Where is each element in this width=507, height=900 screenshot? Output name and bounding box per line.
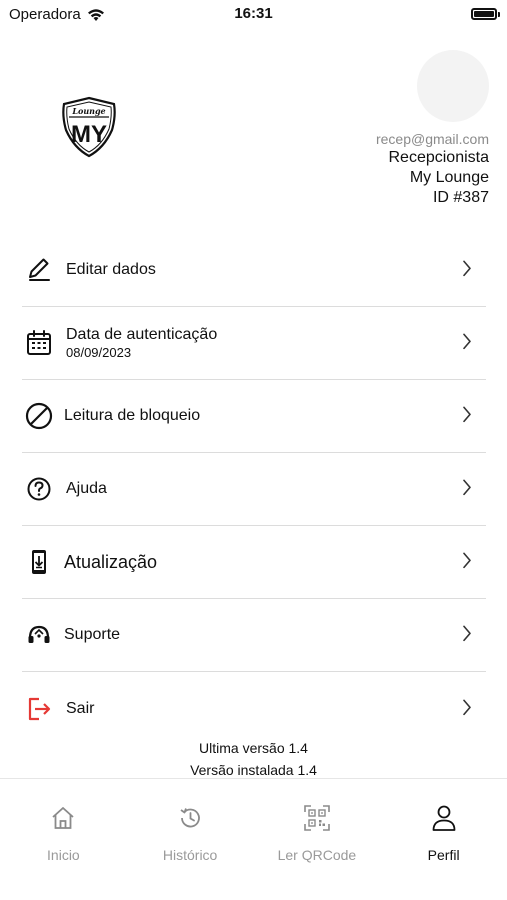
menu-item-help[interactable]: Ajuda: [22, 453, 486, 526]
menu-item-support[interactable]: Suporte: [22, 599, 486, 672]
battery-icon: [471, 8, 500, 20]
user-email: recep@gmail.com: [375, 131, 489, 147]
tab-label: Perfil: [427, 847, 460, 863]
menu-label: Suporte: [64, 626, 121, 643]
user-info: recep@gmail.com Recepcionista My Lounge …: [376, 130, 489, 208]
tab-historico[interactable]: Histórico: [127, 779, 254, 900]
chevron-right-icon: [463, 260, 471, 277]
phone-download-icon: [22, 545, 56, 579]
menu-label: Leitura de bloqueio: [64, 407, 201, 424]
chevron-right-icon: [463, 479, 471, 496]
logout-icon: [22, 692, 56, 726]
menu-label: Data de autenticação: [66, 326, 218, 343]
tab-bar: Inicio Histórico Ler QRCode Perfil: [0, 778, 507, 900]
pencil-icon: [22, 253, 56, 287]
user-company: My Lounge: [409, 169, 489, 186]
tab-label: Ler QRCode: [277, 847, 357, 863]
version-info: Ultima versão 1.4 Versão instalada 1.4: [0, 737, 507, 781]
block-icon: [22, 399, 56, 433]
chevron-right-icon: [463, 699, 471, 715]
status-time: 16:31: [234, 5, 273, 22]
latest-version: Ultima versão 1.4: [199, 740, 308, 756]
qrcode-icon: [302, 803, 332, 833]
help-icon: [22, 472, 56, 506]
logo-top-text: Lounge: [71, 106, 105, 116]
headset-icon: [22, 618, 56, 652]
chevron-right-icon: [463, 552, 471, 569]
menu-label: Editar dados: [66, 261, 156, 278]
profile-icon: [429, 803, 459, 833]
chevron-right-icon: [463, 333, 471, 350]
home-icon: [48, 803, 78, 833]
calendar-icon: [22, 326, 56, 360]
auth-date-value: 08/09/2023: [66, 345, 132, 360]
menu-item-logout[interactable]: Sair: [22, 672, 486, 745]
menu-label: Ajuda: [66, 480, 107, 497]
menu-label: Sair: [66, 699, 95, 717]
profile-menu: Editar dados Data de autenticação 08/09/…: [22, 234, 486, 745]
avatar[interactable]: [417, 50, 489, 122]
user-id: ID #387: [432, 189, 489, 206]
tab-ler-qrcode[interactable]: Ler QRCode: [254, 779, 381, 900]
menu-item-update[interactable]: Atualização: [22, 526, 486, 599]
menu-label: Atualização: [64, 551, 158, 572]
history-icon: [175, 803, 205, 833]
my-lounge-logo: Lounge MY: [58, 96, 120, 158]
tab-label: Inicio: [47, 847, 80, 863]
tab-label: Histórico: [162, 847, 218, 863]
tab-inicio[interactable]: Inicio: [0, 779, 127, 900]
menu-item-block-reading[interactable]: Leitura de bloqueio: [22, 380, 486, 453]
logo-main-text: MY: [71, 121, 107, 148]
status-bar: Operadora 16:31: [0, 0, 507, 30]
user-role: Recepcionista: [388, 149, 490, 166]
menu-item-edit-data[interactable]: Editar dados: [22, 234, 486, 307]
chevron-right-icon: [463, 625, 471, 642]
menu-item-auth-date[interactable]: Data de autenticação 08/09/2023: [22, 307, 486, 380]
chevron-right-icon: [463, 406, 471, 423]
tab-perfil[interactable]: Perfil: [380, 779, 507, 900]
